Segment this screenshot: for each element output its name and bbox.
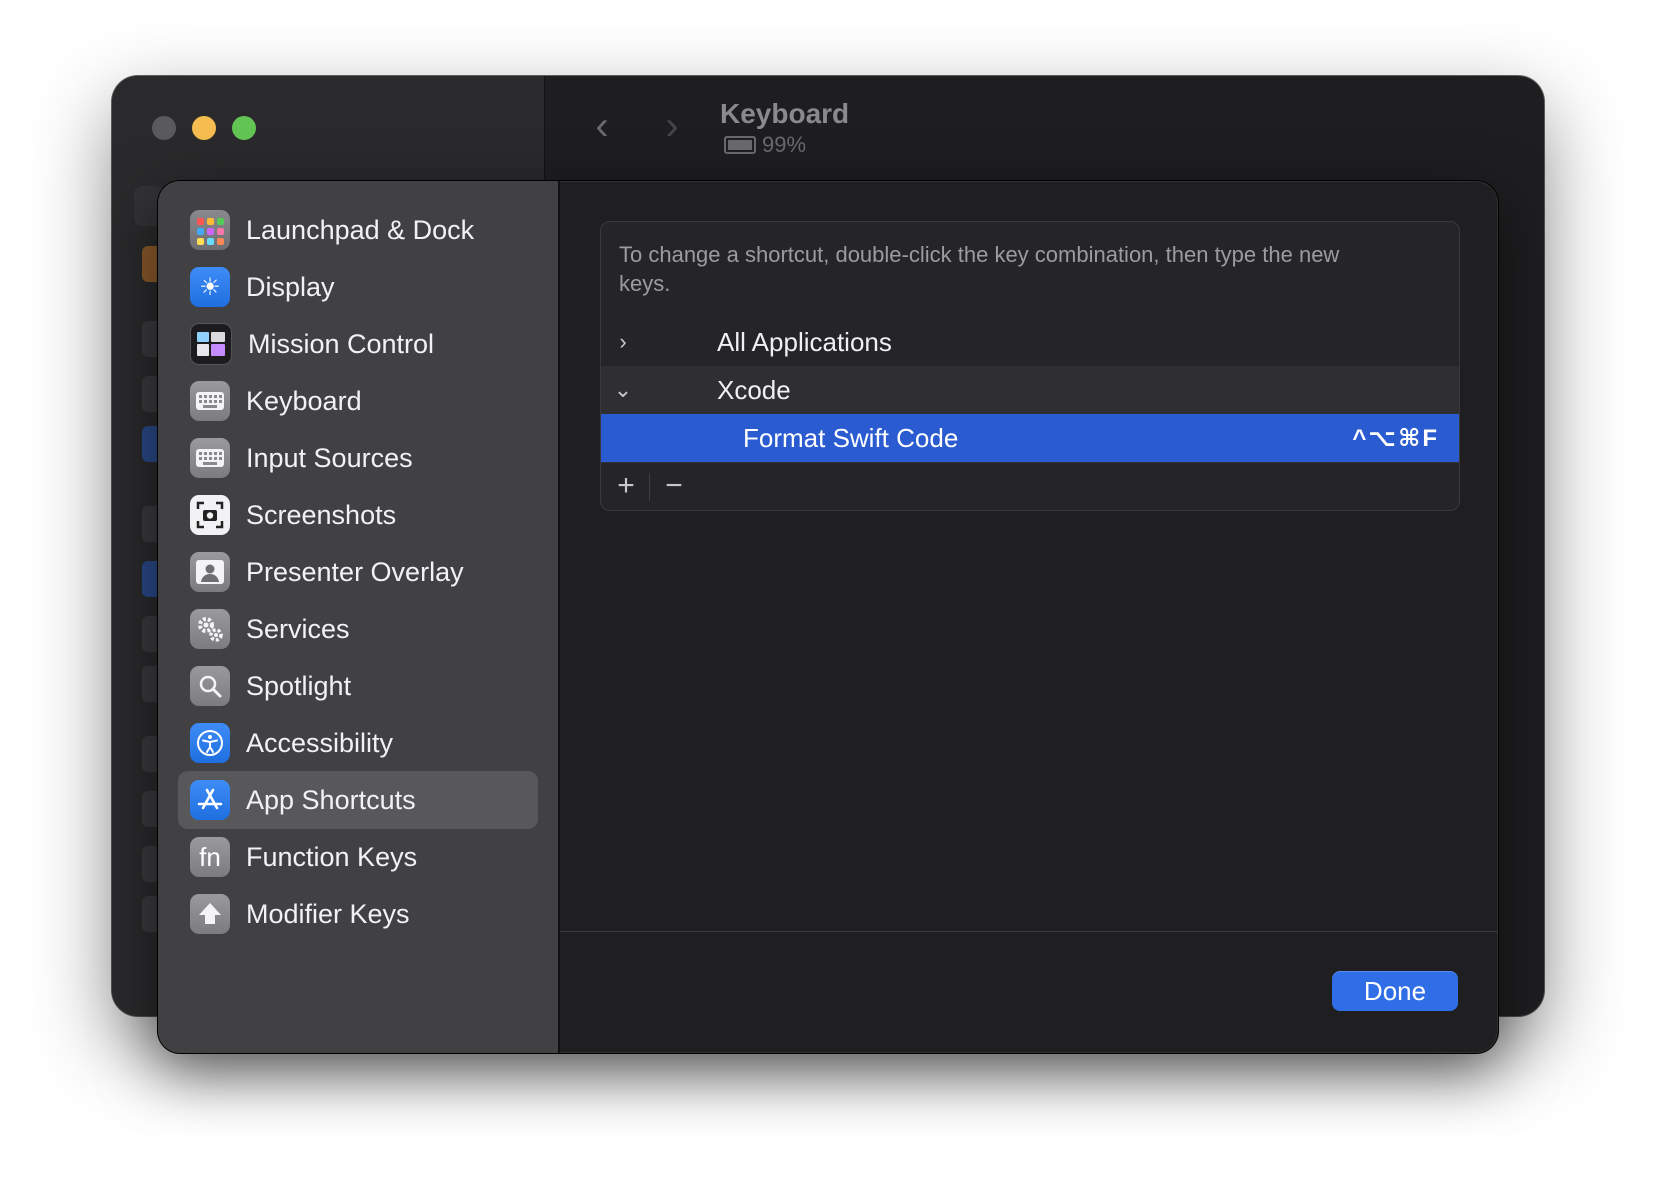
sidebar-item-label: Presenter Overlay bbox=[246, 556, 464, 587]
sidebar-item-label: App Shortcuts bbox=[246, 784, 416, 815]
sidebar-item-keyboard[interactable]: Keyboard bbox=[178, 372, 538, 430]
sidebar-item-function-keys[interactable]: fn Function Keys bbox=[178, 828, 538, 886]
shortcuts-list-panel: To change a shortcut, double-click the k… bbox=[600, 221, 1460, 511]
sidebar-item-label: Function Keys bbox=[246, 841, 418, 872]
row-label: Xcode bbox=[717, 374, 791, 405]
launchpad-icon bbox=[190, 210, 230, 250]
toolbar-divider bbox=[649, 473, 650, 501]
sidebar-item-label: Accessibility bbox=[246, 727, 394, 758]
sidebar-item-label: Display bbox=[246, 271, 335, 302]
all-applications-row[interactable]: › All Applications bbox=[601, 318, 1459, 366]
accessibility-icon bbox=[190, 723, 230, 763]
row-label: All Applications bbox=[717, 326, 892, 357]
shortcuts-sidebar: Launchpad & Dock ☀ Display Mission Contr… bbox=[158, 181, 560, 1053]
fn-icon: fn bbox=[190, 837, 230, 877]
keyboard-icon bbox=[190, 438, 230, 478]
list-toolbar: + − bbox=[601, 462, 1459, 510]
window-title: Keyboard bbox=[720, 98, 850, 129]
sidebar-item-display[interactable]: ☀ Display bbox=[178, 258, 538, 316]
instruction-text: To change a shortcut, double-click the k… bbox=[619, 242, 1340, 296]
remove-shortcut-button[interactable]: − bbox=[659, 471, 689, 503]
battery-percent: 99% bbox=[762, 132, 807, 157]
sidebar-item-label: Launchpad & Dock bbox=[246, 214, 475, 245]
done-button[interactable]: Done bbox=[1332, 971, 1458, 1011]
sidebar-item-services[interactable]: Services bbox=[178, 600, 538, 658]
magnifier-icon bbox=[190, 666, 230, 706]
sidebar-item-accessibility[interactable]: Accessibility bbox=[178, 714, 538, 772]
minimize-window-button[interactable] bbox=[192, 116, 216, 140]
battery-status: 99% bbox=[724, 132, 806, 158]
sidebar-item-input-sources[interactable]: Input Sources bbox=[178, 429, 538, 487]
back-chevron-icon[interactable]: ‹ bbox=[582, 106, 622, 146]
sidebar-item-modifier-keys[interactable]: Modifier Keys bbox=[178, 885, 538, 943]
battery-icon bbox=[724, 136, 756, 154]
person-icon bbox=[190, 552, 230, 592]
chevron-down-icon[interactable]: ⌄ bbox=[611, 378, 635, 402]
keyboard-icon bbox=[190, 381, 230, 421]
app-store-icon bbox=[190, 780, 230, 820]
shortcut-entry-row[interactable]: Format Swift Code ^⌥⌘F bbox=[601, 414, 1459, 462]
close-window-button[interactable] bbox=[152, 116, 176, 140]
sidebar-item-mission-control[interactable]: Mission Control bbox=[178, 315, 538, 373]
forward-chevron-icon[interactable]: › bbox=[652, 106, 692, 146]
sidebar-item-presenter-overlay[interactable]: Presenter Overlay bbox=[178, 543, 538, 601]
sidebar-item-label: Modifier Keys bbox=[246, 898, 410, 929]
footer-divider bbox=[560, 931, 1498, 932]
shift-arrow-icon bbox=[190, 894, 230, 934]
sidebar-item-spotlight[interactable]: Spotlight bbox=[178, 657, 538, 715]
sun-icon: ☀ bbox=[190, 267, 230, 307]
sidebar-item-label: Input Sources bbox=[246, 442, 413, 473]
sidebar-item-label: Mission Control bbox=[248, 328, 435, 359]
sidebar-item-label: Keyboard bbox=[246, 385, 362, 416]
key-combination[interactable]: ^⌥⌘F bbox=[1352, 424, 1439, 453]
mission-control-icon bbox=[190, 323, 232, 365]
shortcuts-main-pane: To change a shortcut, double-click the k… bbox=[560, 181, 1498, 1053]
menu-title[interactable]: Format Swift Code bbox=[743, 423, 958, 454]
camera-icon bbox=[190, 495, 230, 535]
sidebar-item-app-shortcuts[interactable]: App Shortcuts bbox=[178, 771, 538, 829]
chevron-right-icon[interactable]: › bbox=[611, 330, 635, 354]
gears-icon bbox=[190, 609, 230, 649]
keyboard-shortcuts-sheet: Launchpad & Dock ☀ Display Mission Contr… bbox=[158, 181, 1498, 1053]
sidebar-item-label: Screenshots bbox=[246, 499, 397, 530]
sidebar-item-screenshots[interactable]: Screenshots bbox=[178, 486, 538, 544]
app-group-row[interactable]: ⌄ Xcode bbox=[601, 366, 1459, 414]
sidebar-item-label: Services bbox=[246, 613, 350, 644]
sidebar-item-launchpad-dock[interactable]: Launchpad & Dock bbox=[178, 201, 538, 259]
sidebar-item-label: Spotlight bbox=[246, 670, 352, 701]
add-shortcut-button[interactable]: + bbox=[611, 471, 641, 503]
zoom-window-button[interactable] bbox=[232, 116, 256, 140]
